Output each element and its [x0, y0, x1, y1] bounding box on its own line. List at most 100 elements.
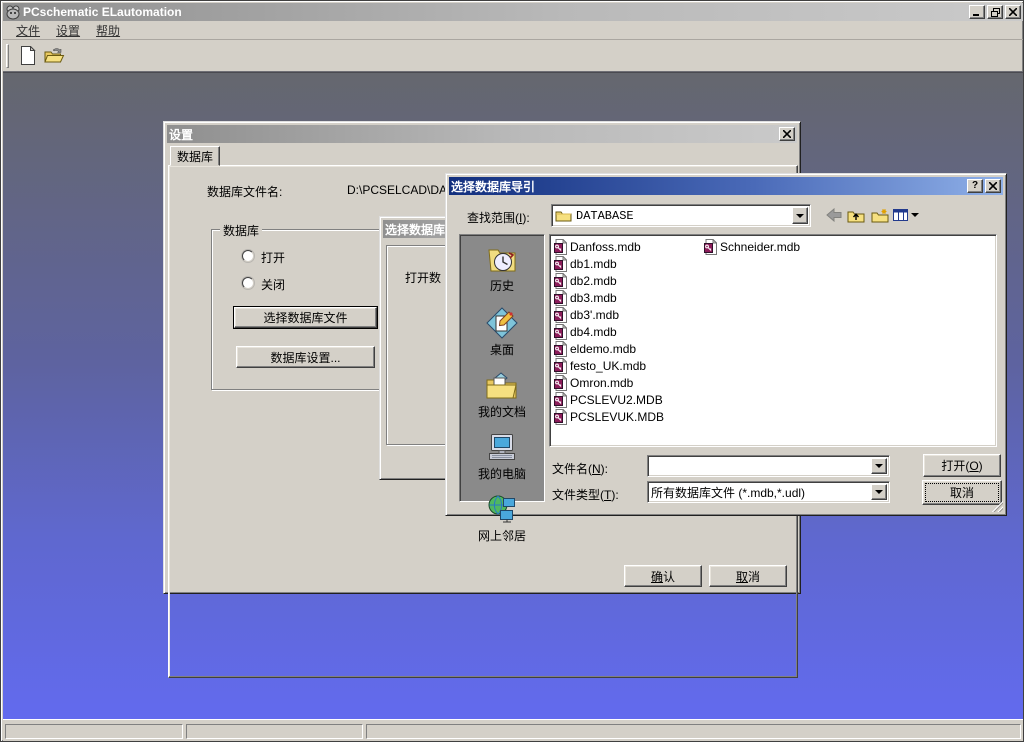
file-dialog-titlebar[interactable]: 选择数据库导引 ? [449, 177, 1003, 195]
cancel-button[interactable]: 取消 [709, 565, 787, 587]
menu-help[interactable]: 帮助 [89, 21, 127, 40]
new-document-button[interactable] [15, 44, 41, 68]
mdb-file-icon [554, 290, 567, 306]
place-history[interactable]: 历史 [486, 245, 518, 294]
file-item[interactable]: db2.mdb [554, 272, 704, 289]
file-name: festo_UK.mdb [570, 359, 646, 373]
file-dialog-cancel-label: 取消 [950, 484, 974, 501]
main-titlebar[interactable]: PCschematic ELautomation [3, 3, 1023, 21]
up-one-level-button[interactable] [846, 206, 866, 224]
status-panel [366, 724, 1021, 739]
my-computer-icon [486, 433, 518, 463]
file-type-value: 所有数据库文件 (*.mdb,*.udl) [651, 484, 805, 501]
file-dialog-cancel-button[interactable]: 取消 [922, 480, 1002, 505]
settings-title: 设置 [169, 126, 193, 143]
mdb-file-icon [554, 256, 567, 272]
settings-titlebar[interactable]: 设置 [167, 125, 797, 143]
chevron-down-icon [911, 213, 919, 217]
background-dialog-text: 打开数 [405, 269, 441, 286]
app-icon [5, 5, 20, 20]
new-folder-button[interactable] [870, 206, 890, 224]
db-filename-label: 数据库文件名: [207, 183, 282, 200]
database-groupbox-legend: 数据库 [220, 222, 262, 239]
db-filename-value: D:\PCSELCAD\DAT. [347, 183, 455, 197]
view-menu-icon [893, 208, 909, 222]
file-item[interactable]: Schneider.mdb [704, 238, 854, 255]
place-network[interactable]: 网上邻居 [478, 495, 526, 544]
open-file-button[interactable] [41, 44, 67, 68]
radio-closed[interactable] [242, 277, 254, 289]
file-item[interactable]: Danfoss.mdb [554, 238, 704, 255]
place-my-computer[interactable]: 我的电脑 [478, 433, 526, 482]
file-item[interactable]: db1.mdb [554, 255, 704, 272]
select-database-file-button[interactable]: 选择数据库文件 [234, 307, 377, 328]
view-menu-button[interactable] [893, 206, 919, 224]
chevron-down-icon [875, 464, 883, 468]
database-settings-label: 数据库设置... [270, 349, 340, 366]
back-button[interactable] [824, 206, 844, 224]
file-item[interactable]: festo_UK.mdb [554, 357, 704, 374]
back-arrow-icon [826, 208, 842, 222]
minimize-button[interactable] [969, 5, 985, 19]
database-settings-button[interactable]: 数据库设置... [236, 346, 375, 368]
place-label: 我的文档 [478, 403, 526, 420]
file-name: PCSLEVU2.MDB [570, 393, 663, 407]
file-item[interactable]: Omron.mdb [554, 374, 704, 391]
mdb-file-icon [554, 239, 567, 255]
file-name: Danfoss.mdb [570, 240, 641, 254]
restore-icon [991, 8, 1000, 17]
place-label: 我的电脑 [478, 465, 526, 482]
ok-label: 确 [651, 570, 663, 584]
close-button[interactable] [1005, 5, 1021, 19]
settings-close-button[interactable] [779, 127, 795, 141]
file-item[interactable]: db3'.mdb [554, 306, 704, 323]
background-dialog-title: 选择数据库 [385, 221, 445, 238]
look-in-dropdown-button[interactable] [792, 207, 808, 224]
places-bar: 历史 桌面 我的文档 [459, 234, 545, 502]
file-item[interactable]: db4.mdb [554, 323, 704, 340]
close-icon [783, 130, 791, 138]
place-desktop[interactable]: 桌面 [486, 307, 518, 358]
mdb-file-icon [554, 341, 567, 357]
place-label: 历史 [490, 277, 514, 294]
menu-file[interactable]: 文件 [9, 21, 47, 40]
file-item[interactable]: eldemo.mdb [554, 340, 704, 357]
my-documents-icon [485, 371, 519, 401]
app-window: PCschematic ELautomation 文件 设置 帮助 [0, 0, 1024, 742]
up-folder-icon [847, 208, 865, 223]
open-folder-icon [44, 47, 65, 64]
open-button[interactable]: 打开(O) [923, 454, 1001, 477]
tab-database-label: 数据库 [177, 148, 213, 165]
mdb-file-icon [704, 239, 717, 255]
place-label: 网上邻居 [478, 527, 526, 544]
file-name: PCSLEVUK.MDB [570, 410, 664, 424]
file-type-combobox[interactable]: 所有数据库文件 (*.mdb,*.udl) [647, 481, 890, 503]
radio-closed-label[interactable]: 关闭 [261, 276, 285, 293]
file-name-label: 文件名(N): [552, 460, 608, 477]
file-name: db2.mdb [570, 274, 617, 288]
radio-open-label[interactable]: 打开 [261, 249, 285, 266]
minimize-icon [973, 8, 981, 16]
ok-button[interactable]: 确认 [624, 565, 702, 587]
file-list[interactable]: Danfoss.mdb db1.mdb db2.mdb db3.mdb db3'… [549, 234, 997, 447]
file-type-dropdown-button[interactable] [871, 484, 887, 500]
radio-open[interactable] [242, 250, 254, 262]
toolbar-gripper[interactable] [6, 44, 9, 68]
tab-database[interactable]: 数据库 [170, 146, 220, 166]
menu-settings[interactable]: 设置 [49, 21, 87, 40]
file-name-combobox[interactable] [647, 455, 890, 477]
restore-button[interactable] [987, 5, 1003, 19]
folder-icon [555, 209, 572, 222]
look-in-combobox[interactable]: DATABASE [551, 204, 811, 227]
file-name: Omron.mdb [570, 376, 633, 390]
file-dialog-close-button[interactable] [985, 179, 1001, 193]
file-item[interactable]: PCSLEVU2.MDB [554, 391, 704, 408]
file-name-dropdown-button[interactable] [871, 458, 887, 474]
file-item[interactable]: PCSLEVUK.MDB [554, 408, 704, 425]
file-item[interactable]: db3.mdb [554, 289, 704, 306]
place-my-documents[interactable]: 我的文档 [478, 371, 526, 420]
help-button[interactable]: ? [967, 179, 983, 193]
status-panel [186, 724, 363, 739]
mdb-file-icon [554, 409, 567, 425]
file-dialog: 选择数据库导引 ? 查找范围(I): DATABASE [445, 173, 1007, 516]
